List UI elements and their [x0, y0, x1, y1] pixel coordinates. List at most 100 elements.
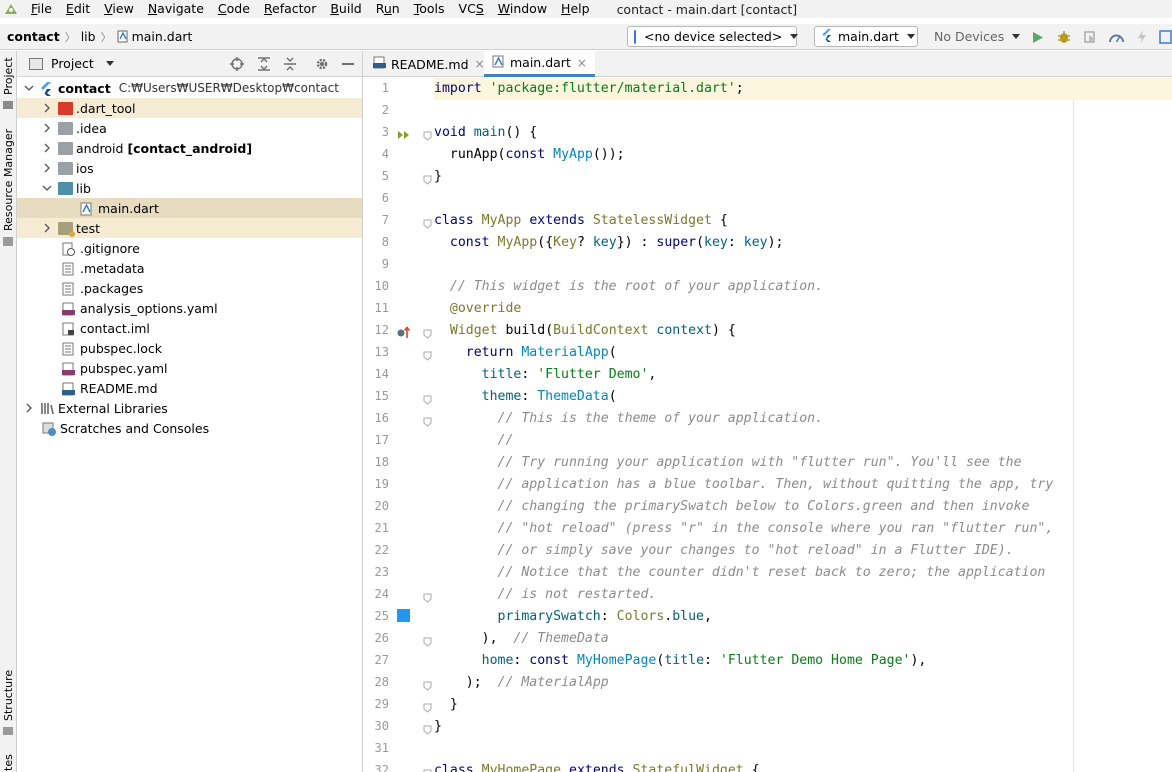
device-selector[interactable]: <no device selected>: [627, 26, 799, 47]
tree-item-readme[interactable]: README.md: [17, 378, 362, 398]
code-line: class MyHomePage extends StatefulWidget …: [434, 763, 760, 772]
dart-file-icon: [492, 55, 505, 71]
collapse-all-icon[interactable]: [283, 57, 297, 74]
tree-item-idea[interactable]: .idea: [17, 118, 362, 138]
line-number: 11: [374, 301, 389, 315]
tree-item-external-libraries[interactable]: External Libraries: [17, 398, 362, 418]
fold-marker-icon[interactable]: [423, 393, 432, 405]
device-manager-icon[interactable]: [1157, 28, 1172, 46]
menu-window[interactable]: Window: [489, 0, 552, 18]
line-number: 10: [374, 279, 389, 293]
test-folder-icon: [58, 221, 75, 237]
chevron-down-icon[interactable]: [105, 61, 114, 66]
fold-marker-icon[interactable]: [423, 701, 432, 713]
breadcrumb-folder[interactable]: lib: [81, 29, 96, 44]
fold-marker-icon[interactable]: [423, 415, 432, 427]
tree-item-analysis-options[interactable]: analysis_options.yaml: [17, 298, 362, 318]
breadcrumb: contact 〉 lib 〉 main.dart: [7, 29, 192, 45]
locate-file-icon[interactable]: [230, 57, 244, 74]
tree-item-main-dart[interactable]: main.dart: [17, 198, 362, 218]
code-line: }: [434, 169, 442, 184]
tree-item-label: README.md: [80, 380, 158, 396]
flutter-icon: [40, 81, 55, 96]
fold-marker-icon[interactable]: [423, 635, 432, 647]
tree-item-dart-tool[interactable]: .dart_tool: [17, 98, 362, 118]
devices-dropdown[interactable]: No Devices: [934, 29, 1021, 44]
fold-marker-icon[interactable]: [423, 129, 432, 141]
scratches-icon: [42, 422, 57, 436]
tree-item-gitignore[interactable]: .gitignore: [17, 238, 362, 258]
tree-item-root[interactable]: contact C:₩Users₩USER₩Desktop₩contact: [17, 78, 362, 98]
code-line: }: [449, 697, 458, 712]
profile-icon[interactable]: [1107, 28, 1125, 46]
run-with-coverage-icon[interactable]: [1081, 28, 1099, 46]
chevron-right-icon: [24, 403, 34, 413]
tree-item-metadata[interactable]: .metadata: [17, 258, 362, 278]
code-line: title: 'Flutter Demo',: [481, 367, 657, 382]
tree-item-ios[interactable]: ios: [17, 158, 362, 178]
override-gutter-icon[interactable]: [396, 325, 411, 342]
tree-item-test[interactable]: test: [17, 218, 362, 238]
color-swatch-icon[interactable]: [397, 609, 410, 622]
project-view-label[interactable]: Project: [51, 56, 94, 71]
fold-marker-icon[interactable]: [423, 591, 432, 603]
code-line: ), // ThemeData: [481, 631, 609, 646]
menu-edit[interactable]: Edit: [57, 0, 95, 18]
menu-file[interactable]: File: [22, 0, 57, 18]
run-config-selector[interactable]: main.dart: [814, 26, 918, 47]
code-area[interactable]: import 'package:flutter/material.dart'; …: [434, 78, 1172, 772]
tree-item-packages[interactable]: .packages: [17, 278, 362, 298]
hide-panel-icon[interactable]: [342, 63, 354, 65]
fold-marker-icon[interactable]: [423, 173, 432, 185]
tree-item-contact-iml[interactable]: contact.iml: [17, 318, 362, 338]
menu-tools[interactable]: Tools: [405, 0, 450, 18]
line-number: 32: [374, 763, 389, 772]
tree-item-pubspec-yaml[interactable]: pubspec.yaml: [17, 358, 362, 378]
project-panel-header: Project: [17, 51, 362, 77]
tree-item-label: Scratches and Consoles: [60, 420, 210, 436]
code-line: home: const MyHomePage(title: 'Flutter D…: [481, 653, 927, 668]
fold-marker-icon[interactable]: [423, 767, 432, 772]
bottom-tool-tab[interactable]: tes: [2, 754, 15, 771]
run-icon[interactable]: [1029, 28, 1047, 46]
breadcrumb-file[interactable]: main.dart: [132, 29, 193, 44]
menu-build[interactable]: Build: [321, 0, 366, 18]
expand-all-icon[interactable]: [257, 57, 271, 74]
menu-refactor[interactable]: Refactor: [255, 0, 321, 18]
tree-item-scratches[interactable]: Scratches and Consoles: [17, 418, 362, 438]
fold-marker-icon[interactable]: [423, 327, 432, 339]
menu-run[interactable]: Run: [367, 0, 405, 18]
line-number: 21: [374, 521, 389, 535]
close-icon[interactable]: ×: [577, 56, 587, 70]
fold-marker-icon[interactable]: [423, 723, 432, 735]
fold-marker-icon[interactable]: [423, 679, 432, 691]
menu-code[interactable]: Code: [209, 0, 255, 18]
tab-main-dart[interactable]: main.dart ×: [484, 51, 595, 77]
device-selector-label: <no device selected>: [644, 29, 783, 44]
debug-icon[interactable]: [1055, 28, 1073, 46]
menu-help[interactable]: Help: [552, 0, 595, 18]
run-gutter-icon[interactable]: [397, 128, 411, 143]
line-number: 22: [374, 543, 389, 557]
line-number: 28: [374, 675, 389, 689]
resource-manager-tool-tab[interactable]: Resource Manager: [2, 129, 15, 231]
fold-marker-icon[interactable]: [423, 349, 432, 361]
code-line: // changing the primarySwatch below to C…: [497, 499, 1030, 514]
menu-vcs[interactable]: VCS: [450, 0, 489, 18]
project-tool-tab[interactable]: Project: [2, 57, 15, 95]
fold-marker-icon[interactable]: [423, 217, 432, 229]
chevron-right-icon: [42, 103, 52, 113]
tab-readme[interactable]: README.md ×: [365, 51, 493, 77]
tree-item-pubspec-lock[interactable]: pubspec.lock: [17, 338, 362, 358]
line-number: 25: [374, 609, 389, 623]
hot-reload-icon[interactable]: [1133, 28, 1151, 46]
gear-icon[interactable]: [315, 57, 329, 74]
tree-item-lib[interactable]: lib: [17, 178, 362, 198]
window-title: contact - main.dart [contact]: [616, 1, 798, 17]
tree-item-android[interactable]: android [contact_android]: [17, 138, 362, 158]
breadcrumb-project[interactable]: contact: [7, 29, 60, 44]
code-line: void main() {: [434, 125, 538, 140]
structure-tool-tab[interactable]: Structure: [2, 670, 15, 721]
menu-navigate[interactable]: Navigate: [139, 0, 209, 18]
menu-view[interactable]: View: [95, 0, 139, 18]
